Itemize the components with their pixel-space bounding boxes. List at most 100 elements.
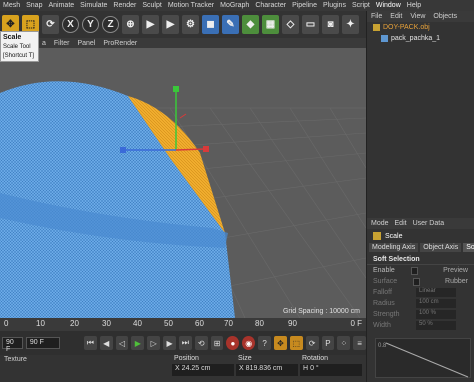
render-view-icon[interactable]: ▶	[142, 15, 159, 34]
radius-field[interactable]: 100 cm	[416, 299, 456, 308]
loop-icon[interactable]: ⟲	[194, 336, 208, 350]
position-x-label: X	[175, 365, 180, 372]
object-row-pack-pachka[interactable]: pack_pachka_1	[367, 33, 474, 44]
attr-title-label: Scale	[385, 232, 403, 240]
menu-script[interactable]: Script	[352, 2, 370, 9]
parameter-key-icon[interactable]: P	[321, 336, 335, 350]
material-menu-texture[interactable]: Texture	[4, 356, 27, 363]
prop-width: Width 50 %	[367, 320, 474, 331]
menu-sculpt[interactable]: Sculpt	[142, 2, 161, 9]
object-manager: File Edit View Objects DOY-PACK.obj pack…	[366, 11, 474, 218]
position-header: Position	[174, 355, 199, 362]
object-label: DOY-PACK.obj	[383, 24, 430, 31]
render-settings-icon[interactable]: ⚙	[182, 15, 199, 34]
viewport-menu-filter[interactable]: Filter	[54, 40, 70, 47]
menu-plugins[interactable]: Plugins	[323, 2, 346, 9]
scale-key-icon[interactable]: ⬚	[289, 336, 303, 350]
render-picture-viewer-icon[interactable]: ▶	[162, 15, 179, 34]
scale-tool-icon	[373, 232, 381, 240]
menu-mograph[interactable]: MoGraph	[220, 2, 249, 9]
tab-modeling-axis[interactable]: Modeling Axis	[369, 243, 419, 252]
attr-menu-edit[interactable]: Edit	[395, 220, 407, 227]
next-frame-icon[interactable]: ▷	[147, 336, 161, 350]
attr-title: Scale	[367, 229, 474, 243]
rotate-tool-icon[interactable]: ⟳	[42, 15, 59, 34]
rotation-h-field[interactable]: H0 °	[300, 364, 362, 376]
autokey-icon[interactable]: ◉	[242, 336, 256, 350]
menu-help[interactable]: Help	[407, 2, 421, 9]
prop-label: Strength	[373, 311, 400, 318]
viewport-menu-partial[interactable]: a	[42, 40, 46, 47]
next-key-icon[interactable]: ▶	[163, 336, 176, 350]
menu-snap[interactable]: Snap	[26, 2, 42, 9]
prop-label: Width	[373, 322, 391, 329]
prev-frame-icon[interactable]: ◁	[115, 336, 129, 350]
menu-animate[interactable]: Animate	[48, 2, 74, 9]
falloff-dropdown[interactable]: Linear	[416, 288, 456, 297]
axis-x-button[interactable]: X	[62, 16, 79, 33]
tab-soft-selection[interactable]: So	[463, 243, 474, 252]
play-icon[interactable]: ▶	[131, 336, 145, 350]
scale-tool-tooltip: Scale Scale Tool [Shortcut T]	[0, 31, 39, 62]
falloff-graph[interactable]: 0.8	[375, 338, 471, 378]
objmgr-menu-file[interactable]: File	[371, 13, 382, 20]
menu-window[interactable]: Window	[376, 2, 401, 9]
record-icon[interactable]: ●	[226, 336, 240, 350]
surface-checkbox[interactable]	[412, 277, 421, 286]
menu-simulate[interactable]: Simulate	[80, 2, 107, 9]
point-level-icon[interactable]: ⁘	[337, 336, 351, 350]
object-row-doy-pack[interactable]: DOY-PACK.obj	[367, 22, 474, 33]
main-menu-bar: Mesh Snap Animate Simulate Render Sculpt…	[0, 0, 474, 11]
prop-strength: Strength 100 %	[367, 309, 474, 320]
attr-menu-user-data[interactable]: User Data	[413, 220, 445, 227]
size-x-field[interactable]: X 819.836 cm	[236, 364, 298, 376]
prop-label: Radius	[373, 300, 395, 307]
axis-z-button[interactable]: Z	[102, 16, 119, 33]
prop-label: Rubber	[445, 278, 468, 285]
timeline-tick: 30	[102, 319, 111, 328]
cube-primitive-icon[interactable]: ◼	[202, 15, 219, 34]
timeline[interactable]: 0 10 20 30 40 50 60 70 80 90 0 F	[0, 318, 366, 331]
rotation-h-label: H	[303, 365, 309, 372]
viewport-menu-prorender[interactable]: ProRender	[103, 40, 137, 47]
axis-y-button[interactable]: Y	[82, 16, 99, 33]
viewport-menu-panel[interactable]: Panel	[77, 40, 95, 47]
coordinate-system-icon[interactable]: ⊕	[122, 15, 139, 34]
tab-object-axis[interactable]: Object Axis	[420, 243, 462, 252]
prop-label: Surface	[373, 278, 398, 285]
menu-mesh[interactable]: Mesh	[3, 2, 20, 9]
keyframe-selection-icon[interactable]: ?	[258, 336, 271, 350]
enable-checkbox[interactable]	[410, 266, 419, 275]
position-key-icon[interactable]: ✥	[274, 336, 287, 350]
floor-icon[interactable]: ▭	[302, 15, 319, 34]
menu-render[interactable]: Render	[113, 2, 136, 9]
deformer-icon[interactable]: ◇	[282, 15, 299, 34]
light-icon[interactable]: ✦	[342, 15, 359, 34]
position-x-field[interactable]: X 24.25 cm	[172, 364, 234, 376]
subdivision-surface-icon[interactable]: ◆	[242, 15, 259, 34]
pen-spline-icon[interactable]: ✎	[222, 15, 239, 34]
rotation-key-icon[interactable]: ⟳	[305, 336, 319, 350]
objmgr-menu-edit[interactable]: Edit	[390, 13, 402, 20]
camera-icon[interactable]: ◙	[322, 15, 339, 34]
tooltip-line2: [Shortcut T]	[3, 53, 34, 59]
end-frame-field[interactable]: 90 F	[25, 337, 60, 349]
strength-field[interactable]: 100 %	[416, 310, 456, 319]
go-to-end-icon[interactable]: ⏭	[178, 336, 192, 350]
3d-viewport[interactable]: Grid Spacing : 10000 cm	[0, 48, 366, 318]
menu-character[interactable]: Character	[255, 2, 286, 9]
size-header: Size	[238, 355, 252, 362]
objmgr-menu-view[interactable]: View	[410, 13, 425, 20]
attr-menu-mode[interactable]: Mode	[371, 220, 389, 227]
array-icon[interactable]: ▦	[262, 15, 279, 34]
ruler-icon[interactable]: ⊞	[210, 336, 224, 350]
menu-motion-tracker[interactable]: Motion Tracker	[168, 2, 214, 9]
objmgr-menu-objects[interactable]: Objects	[433, 13, 457, 20]
prev-key-icon[interactable]: ◀	[99, 336, 113, 350]
preview-min-field[interactable]: 90 F	[2, 337, 23, 353]
menu-pipeline[interactable]: Pipeline	[292, 2, 317, 9]
go-to-start-icon[interactable]: ⏮	[83, 336, 97, 350]
width-field[interactable]: 50 %	[416, 321, 456, 330]
timeline-window-icon[interactable]: ≡	[353, 336, 367, 350]
prop-radius: Radius 100 cm	[367, 298, 474, 309]
